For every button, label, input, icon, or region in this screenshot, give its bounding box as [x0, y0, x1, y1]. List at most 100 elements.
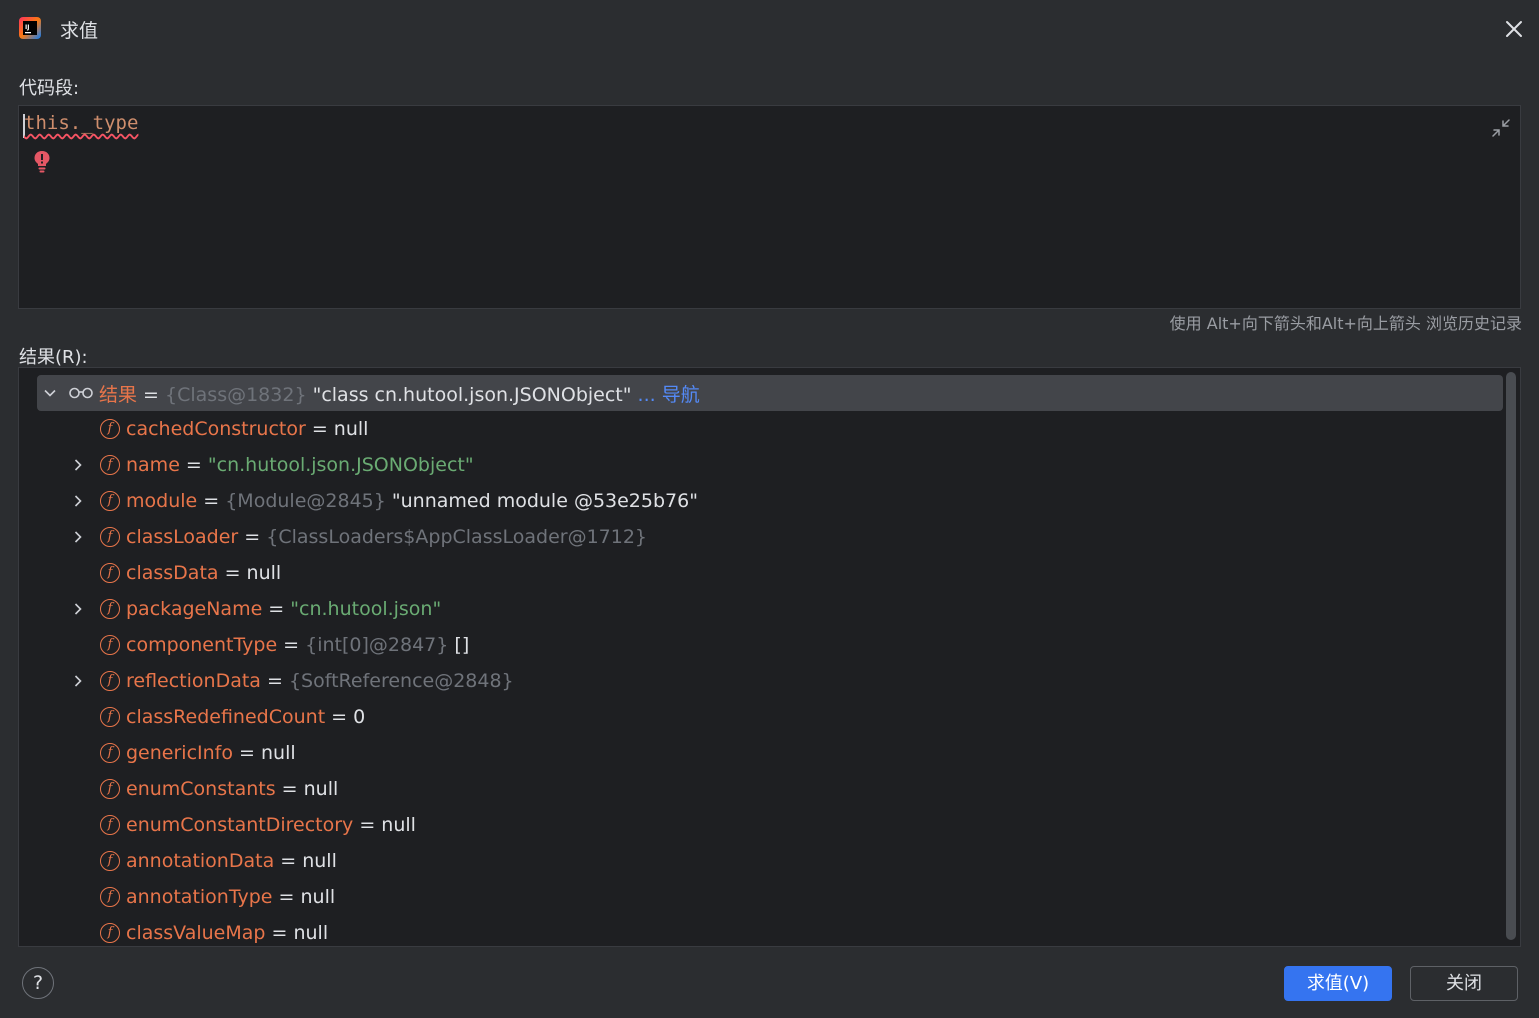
field-type: {SoftReference@2848} [288, 670, 514, 692]
chevron-right-icon[interactable] [70, 493, 86, 509]
tree-field-row[interactable]: f classLoader = {ClassLoaders$AppClassLoa… [19, 519, 1499, 555]
result-label: 结果(R): [19, 347, 88, 368]
chevron-down-icon[interactable] [42, 385, 58, 401]
tree-field-row[interactable]: f module = {Module@2845} "unnamed module … [19, 483, 1499, 519]
tree-field-row[interactable]: f packageName = "cn.hutool.json" [19, 591, 1499, 627]
code-editor[interactable]: this._type [18, 105, 1521, 309]
field-name: classValueMap [126, 922, 266, 944]
field-icon: f [100, 527, 120, 547]
intellij-idea-icon: IJ [19, 17, 41, 39]
tree-field-row[interactable]: f classValueMap = null [19, 915, 1499, 946]
field-value: null [246, 562, 282, 584]
field-eq: = [272, 886, 301, 908]
field-text: classData = null [126, 562, 281, 584]
field-text: classValueMap = null [126, 922, 328, 944]
field-name: classData [126, 562, 219, 584]
field-value: null [333, 418, 369, 440]
error-bulb-icon[interactable] [33, 150, 51, 174]
field-name: cachedConstructor [126, 418, 306, 440]
field-name: classLoader [126, 526, 239, 548]
field-type: {ClassLoaders$AppClassLoader@1712} [266, 526, 648, 548]
evaluate-button[interactable]: 求值(V) [1284, 966, 1392, 1001]
field-text: cachedConstructor = null [126, 418, 368, 440]
field-text: classRedefinedCount = 0 [126, 706, 365, 728]
field-name: enumConstants [126, 778, 276, 800]
field-eq: = [218, 562, 247, 584]
field-name: reflectionData [126, 670, 261, 692]
field-name: enumConstantDirectory [126, 814, 354, 836]
field-name: annotationType [126, 886, 273, 908]
chevron-right-icon[interactable] [70, 673, 86, 689]
field-icon: f [100, 671, 120, 691]
field-eq: = [197, 490, 226, 512]
field-value: null [302, 850, 337, 872]
field-value: "unnamed module @53e25b76" [391, 490, 698, 512]
navigate-link[interactable]: ... 导航 [632, 384, 700, 406]
tree-field-row[interactable]: f annotationData = null [19, 843, 1499, 879]
tree-field-row[interactable]: f componentType = {int[0]@2847} [] [19, 627, 1499, 663]
field-text: name = "cn.hutool.json.JSONObject" [126, 454, 474, 476]
tree-field-row[interactable]: f classRedefinedCount = 0 [19, 699, 1499, 735]
history-hint: 使用 Alt+向下箭头和Alt+向上箭头 浏览历史记录 [1169, 314, 1522, 333]
field-value: null [260, 742, 296, 764]
field-name: classRedefinedCount [126, 706, 326, 728]
field-eq: = [325, 706, 354, 728]
field-eq: = [179, 454, 208, 476]
tree-field-row[interactable]: f classData = null [19, 555, 1499, 591]
title-bar: IJ 求值 [0, 0, 1539, 58]
field-text: genericInfo = null [126, 742, 296, 764]
field-icon: f [100, 635, 120, 655]
field-value: null [303, 778, 339, 800]
chevron-right-icon[interactable] [70, 529, 86, 545]
field-icon: f [100, 491, 120, 511]
field-eq: = [277, 634, 306, 656]
tree-field-row[interactable]: f name = "cn.hutool.json.JSONObject" [19, 447, 1499, 483]
tree-field-row[interactable]: f enumConstants = null [19, 771, 1499, 807]
result-root-text: 结果 = {Class@1832} "class cn.hutool.json.… [99, 380, 700, 407]
result-tree[interactable]: 结果 = {Class@1832} "class cn.hutool.json.… [18, 367, 1521, 947]
field-value: "cn.hutool.json.JSONObject" [207, 454, 474, 476]
field-icon: f [100, 779, 120, 799]
field-text: packageName = "cn.hutool.json" [126, 598, 441, 620]
field-name: genericInfo [126, 742, 233, 764]
field-type: {Module@2845} [225, 490, 386, 512]
result-root-eq: = [137, 383, 166, 406]
field-eq: = [238, 526, 267, 548]
help-button[interactable]: ? [22, 967, 54, 999]
result-root-value: "class cn.hutool.json.JSONObject" [306, 383, 632, 406]
field-icon: f [100, 851, 120, 871]
field-value: null [293, 922, 329, 944]
chevron-right-icon[interactable] [70, 457, 86, 473]
tree-field-row[interactable]: f cachedConstructor = null [19, 411, 1499, 447]
result-root-type: {Class@1832} [165, 383, 307, 406]
watch-glasses-icon [69, 387, 93, 399]
result-root-name: 结果 [99, 383, 138, 406]
field-icon: f [100, 815, 120, 835]
field-value: 0 [353, 706, 366, 728]
tree-field-row[interactable]: f annotationType = null [19, 879, 1499, 915]
tree-root-row[interactable]: 结果 = {Class@1832} "class cn.hutool.json.… [37, 375, 1503, 411]
collapse-editor-icon[interactable] [1489, 116, 1513, 140]
tree-field-row[interactable]: f genericInfo = null [19, 735, 1499, 771]
field-icon: f [100, 455, 120, 475]
field-text: annotationType = null [126, 886, 335, 908]
field-text: enumConstantDirectory = null [126, 814, 416, 836]
field-eq: = [275, 778, 304, 800]
code-fragment-label: 代码段: [19, 78, 80, 99]
tree-field-row[interactable]: f enumConstantDirectory = null [19, 807, 1499, 843]
field-text: module = {Module@2845} "unnamed module @… [126, 490, 698, 512]
field-name: componentType [126, 634, 278, 656]
close-button[interactable]: 关闭 [1410, 966, 1518, 1001]
tree-field-row[interactable]: f reflectionData = {SoftReference@2848} [19, 663, 1499, 699]
code-text[interactable]: this._type [24, 112, 138, 134]
field-name: packageName [126, 598, 263, 620]
field-value: "cn.hutool.json" [290, 598, 442, 620]
field-icon: f [100, 743, 120, 763]
close-icon[interactable] [1503, 18, 1525, 40]
field-text: annotationData = null [126, 850, 337, 872]
field-eq: = [353, 814, 382, 836]
field-text: classLoader = {ClassLoaders$AppClassLoad… [126, 526, 647, 548]
field-icon: f [100, 419, 120, 439]
vertical-scrollbar[interactable] [1506, 372, 1516, 940]
chevron-right-icon[interactable] [70, 601, 86, 617]
